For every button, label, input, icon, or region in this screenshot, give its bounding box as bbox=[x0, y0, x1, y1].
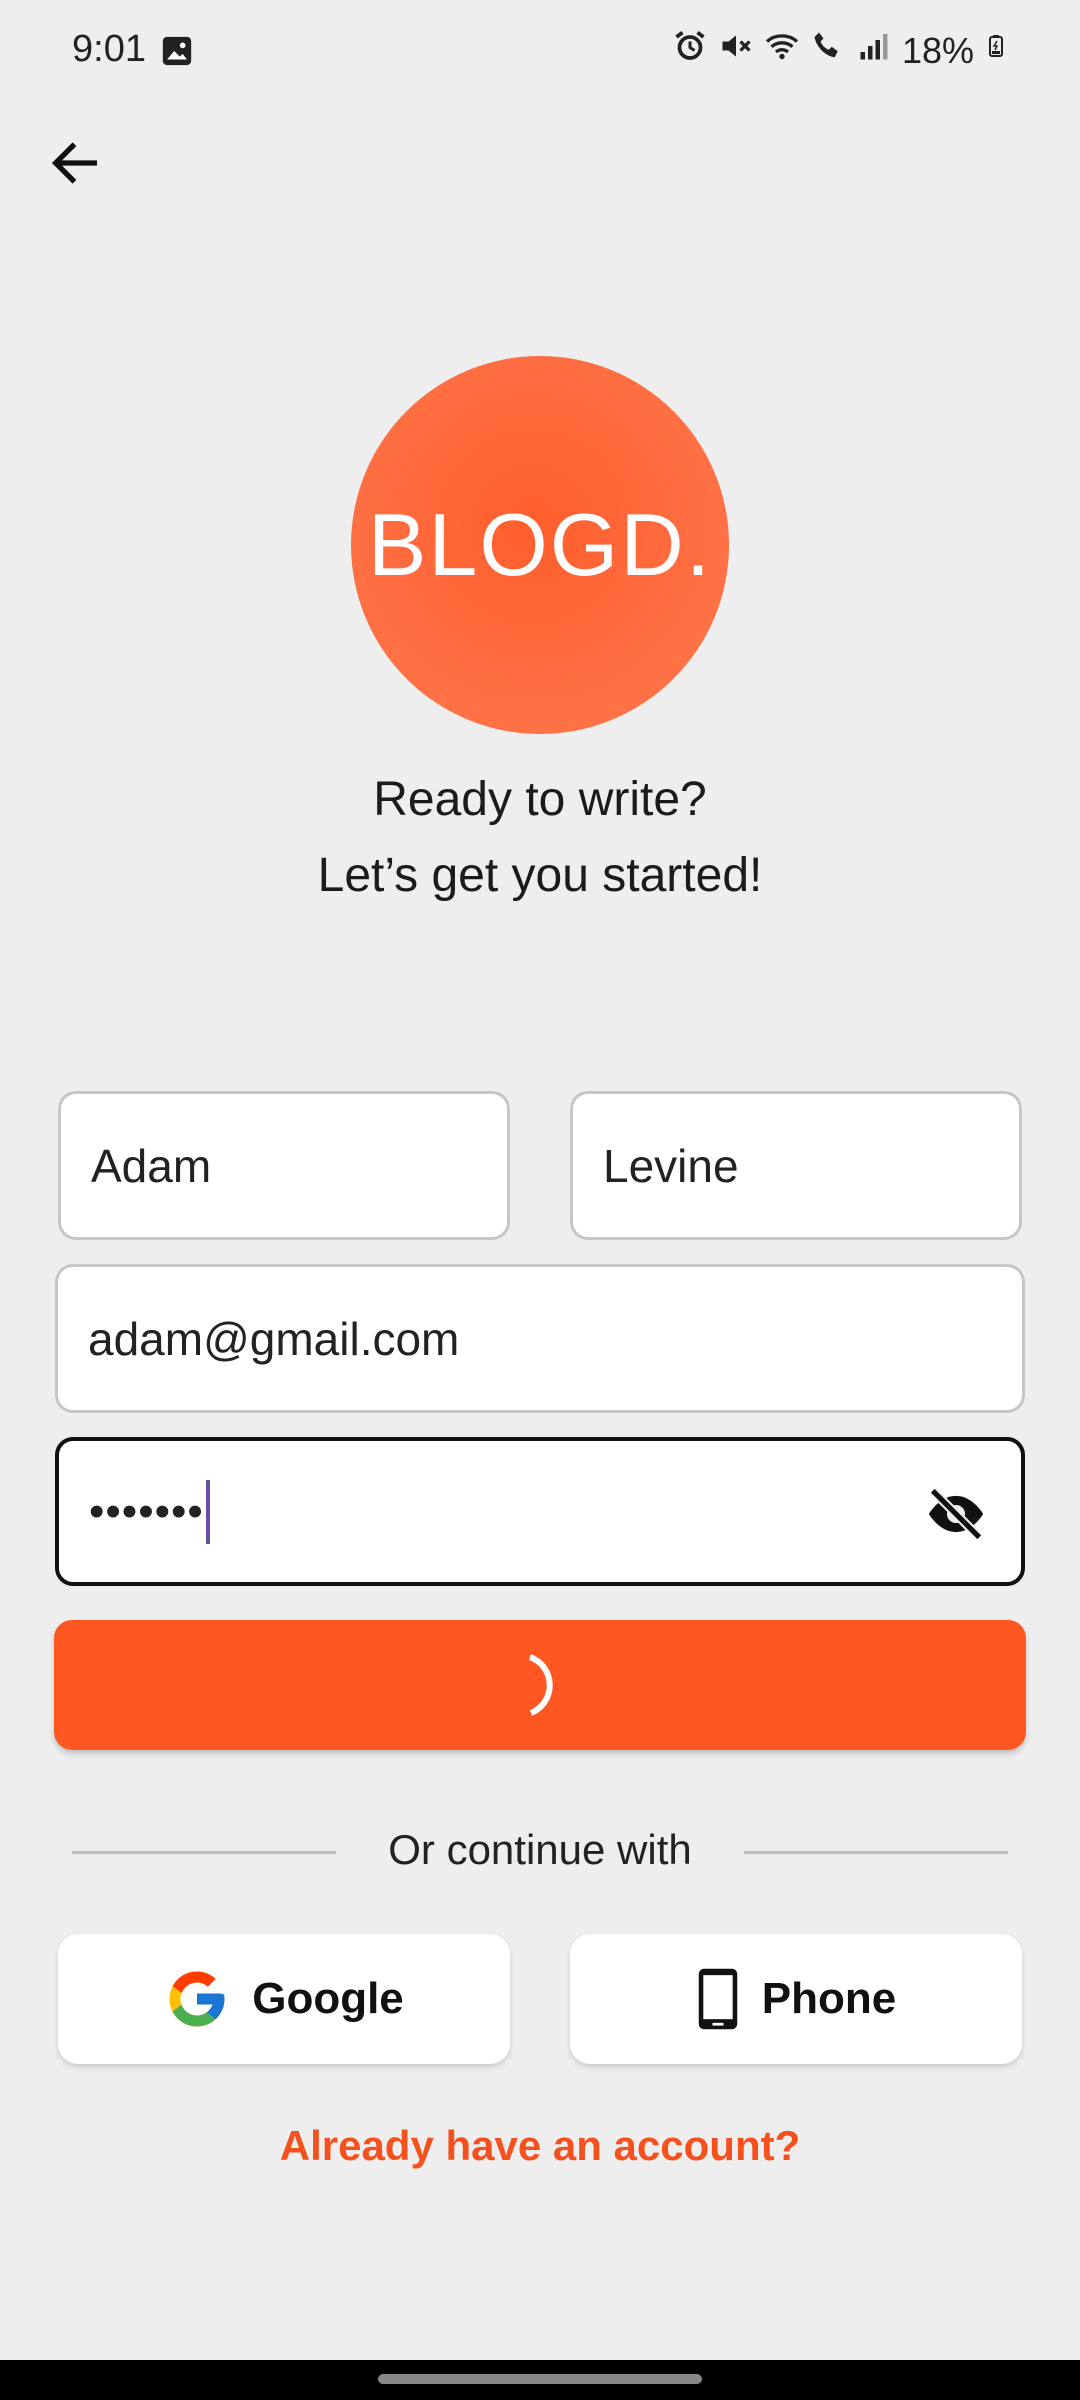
sign-up-button[interactable] bbox=[54, 1620, 1026, 1750]
wifi-icon bbox=[764, 28, 800, 73]
password-field[interactable]: ••••••• bbox=[55, 1437, 1025, 1586]
first-name-value: Adam bbox=[91, 1139, 212, 1192]
loading-spinner-icon bbox=[528, 1654, 553, 1716]
arrow-left-icon bbox=[51, 142, 97, 184]
divider-text: Or continue with bbox=[388, 1826, 692, 1873]
battery-percent: 18% bbox=[901, 29, 974, 71]
image-icon bbox=[160, 34, 194, 68]
google-sign-in-button[interactable]: Google bbox=[58, 1934, 510, 2064]
phone-label: Phone bbox=[761, 1974, 897, 2023]
back-button[interactable] bbox=[40, 128, 110, 198]
last-name-value: Levine bbox=[603, 1139, 739, 1192]
text-cursor bbox=[205, 1479, 210, 1544]
eye-off-icon bbox=[928, 1487, 984, 1541]
alarm-icon bbox=[672, 28, 708, 73]
google-label: Google bbox=[252, 1974, 404, 2023]
password-value: ••••••• bbox=[89, 1486, 204, 1536]
home-gesture-handle[interactable] bbox=[378, 2374, 702, 2384]
email-value: adam@gmail.com bbox=[88, 1312, 460, 1365]
divider-line-right bbox=[744, 1851, 1008, 1854]
status-icons: 18% bbox=[672, 28, 1008, 73]
status-time: 9:01 bbox=[72, 28, 146, 70]
battery-icon bbox=[984, 28, 1008, 73]
phone-sign-in-button[interactable]: Phone bbox=[570, 1934, 1022, 2064]
tagline-line-1: Ready to write? bbox=[373, 773, 707, 826]
email-field[interactable]: adam@gmail.com bbox=[55, 1264, 1025, 1413]
app-logo: BLOGD. bbox=[351, 356, 729, 734]
already-have-account-link[interactable]: Already have an account? bbox=[0, 2122, 1080, 2170]
last-name-field[interactable]: Levine bbox=[570, 1091, 1022, 1240]
tagline-line-2: Let’s get you started! bbox=[317, 849, 763, 902]
smartphone-icon bbox=[698, 1968, 738, 2030]
mute-icon bbox=[718, 28, 754, 73]
toggle-password-visibility-button[interactable] bbox=[921, 1479, 991, 1549]
logo-text: BLOGD. bbox=[367, 495, 713, 594]
first-name-field[interactable]: Adam bbox=[58, 1091, 510, 1240]
google-icon bbox=[169, 1971, 225, 2027]
signal-icon bbox=[856, 28, 892, 73]
wifi-call-icon bbox=[810, 28, 846, 73]
